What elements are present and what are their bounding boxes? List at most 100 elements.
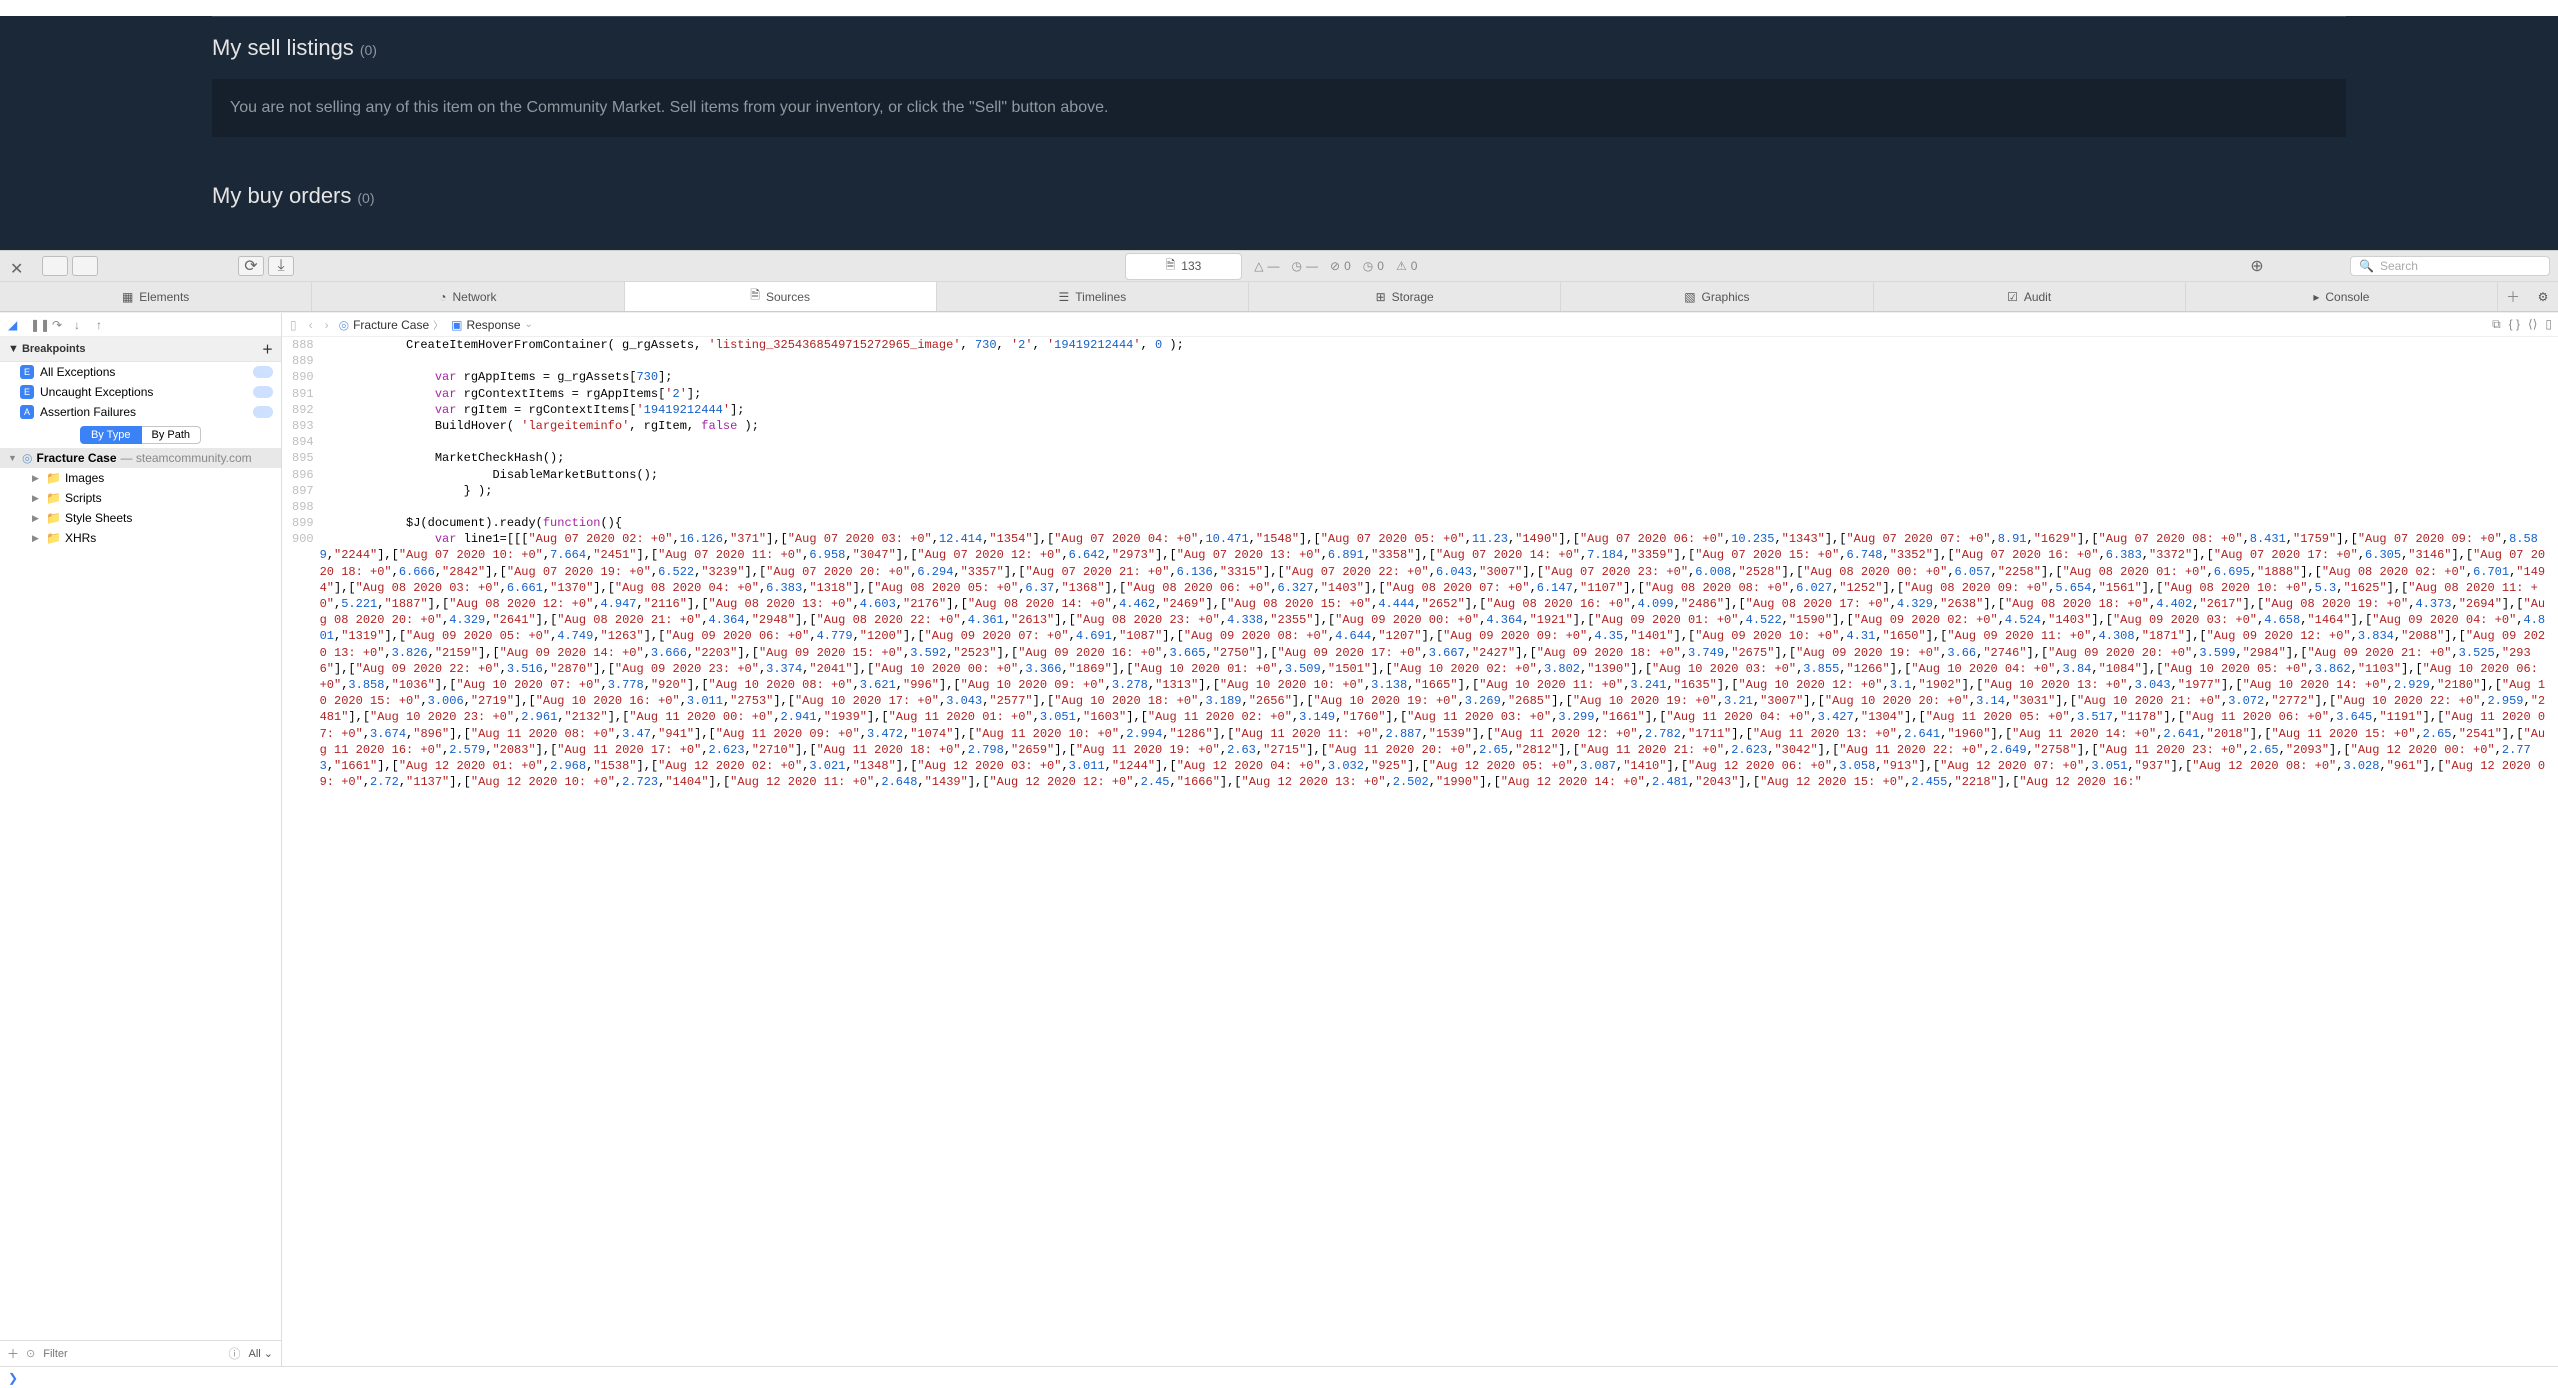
line-gutter: 888889890891892893894895896897898899900 [282,337,320,1366]
tab-settings[interactable]: ⚙ [2528,282,2558,311]
source-editor: ▯ ‹ › ◎ Fracture Case 〉 ▣ Response ⌄ ⧉ {… [282,313,2558,1366]
buy-orders-heading: My buy orders (0) [212,165,2346,209]
storage-icon: ⊞ [1376,290,1386,304]
breakpoint-row[interactable]: EAll Exceptions [0,362,281,382]
network-icon: ◔ [439,290,446,304]
sidebar-toggle-icon[interactable]: ▯ [288,318,299,332]
buy-title: My buy orders [212,183,351,209]
copy-icon[interactable]: ⧉ [2492,317,2501,332]
tab-network[interactable]: ◔Network [312,282,624,311]
code-content[interactable]: CreateItemHoverFromContainer( g_rgAssets… [320,337,2558,1366]
page-resource-pill[interactable]: 🗎 133 [1125,253,1243,280]
code-icon[interactable]: ⟨⟩ [2528,317,2537,332]
warn-count: ◷ 0 [1363,259,1384,273]
tab-timelines[interactable]: ☰Timelines [937,282,1249,311]
graphics-icon: ▧ [1684,290,1695,304]
tree-root[interactable]: ▼ ◎ Fracture Case — steamcommunity.com [0,448,281,468]
dock-left-button[interactable] [42,256,68,276]
sell-empty-message: You are not selling any of this item on … [212,79,2346,137]
audit-icon: ☑ [2007,290,2018,304]
download-button[interactable]: ⤓ [268,256,294,276]
step-over-icon[interactable]: ↷ [52,318,66,332]
tab-elements[interactable]: ▦Elements [0,282,312,311]
prompt-icon: ❯ [8,1371,18,1385]
filter-input[interactable] [39,1346,224,1362]
tab-storage[interactable]: ⊞Storage [1249,282,1561,311]
add-breakpoint-icon[interactable]: ＋ [262,341,273,357]
filter-icon: ⊙ [26,1347,35,1360]
toggle[interactable] [253,386,273,398]
tab-sources[interactable]: 🗎Sources [625,282,937,311]
tree-folder[interactable]: ▶📁Images [0,468,281,488]
console-icon: ▸ [2313,290,2319,304]
breakpoint-toggle-icon[interactable]: ◢ [8,318,22,332]
tab-graphics[interactable]: ▧Graphics [1561,282,1873,311]
element-picker-button[interactable]: ⊕ [2244,256,2270,276]
breadcrumb-file[interactable]: ◎ Fracture Case 〉 [339,317,444,332]
toggle[interactable] [253,406,273,418]
tab-add[interactable]: ＋ [2498,282,2528,311]
document-icon: 🗎 [1166,256,1176,277]
tab-audit[interactable]: ☑Audit [1874,282,2186,311]
tree-folder[interactable]: ▶📁XHRs [0,528,281,548]
code-scroll[interactable]: 888889890891892893894895896897898899900 … [282,337,2558,1366]
sources-sidebar: ◢ ❚❚ ↷ ↓ ↑ ▼ Breakpoints ＋ EAll Exceptio… [0,313,282,1366]
buy-count: (0) [357,190,374,206]
timelines-icon: ☰ [1059,290,1070,304]
breadcrumb-response[interactable]: ▣ Response ⌄ [451,318,533,332]
devtools-toolbar: ✕ ⟳ ⤓ 🗎 133 △ — ◷ — ⊘ 0 ◷ 0 ⚠ 0 ⊕ 🔍 Sear… [0,250,2558,282]
sell-listings-heading: My sell listings (0) [212,17,2346,61]
gear-icon: ⚙ [2538,290,2549,304]
folder-icon: 📁 [46,471,61,485]
dock-buttons [42,256,98,276]
seg-by-path[interactable]: By Path [142,426,202,444]
seg-by-type[interactable]: By Type [80,426,142,444]
nav-back-icon[interactable]: ‹ [307,318,315,332]
close-icon[interactable]: ✕ [10,259,24,273]
sell-title: My sell listings [212,35,354,61]
sell-count: (0) [360,42,377,58]
add-resource-icon[interactable]: ＋ [4,1345,22,1362]
compass-icon: ◎ [22,451,32,465]
steam-page: My sell listings (0) You are not selling… [0,16,2558,250]
timing-b: ◷ — [1292,259,1318,273]
folder-icon: 📁 [46,491,61,505]
panel-toggle-icon[interactable]: ▯ [2545,317,2552,332]
braces-icon[interactable]: { } [2509,317,2520,332]
sources-icon: 🗎 [750,286,760,307]
resource-tree: ▼ ◎ Fracture Case — steamcommunity.com ▶… [0,448,281,1340]
filter-all-dropdown[interactable]: All ⌄ [244,1347,277,1360]
breakpoint-row[interactable]: AAssertion Failures [0,402,281,422]
elements-icon: ▦ [122,290,133,304]
step-out-icon[interactable]: ↑ [96,318,110,332]
nav-forward-icon[interactable]: › [323,318,331,332]
tree-folder[interactable]: ▶📁Style Sheets [0,508,281,528]
debugger-toolbar: ◢ ❚❚ ↷ ↓ ↑ [0,313,281,337]
breakpoint-row[interactable]: EUncaught Exceptions [0,382,281,402]
sidebar-filter: ＋ ⊙ ⓘ All ⌄ [0,1340,281,1366]
doc-count: 133 [1181,259,1201,273]
response-icon: ▣ [451,318,462,332]
tab-console[interactable]: ▸Console [2186,282,2498,311]
tree-folder[interactable]: ▶📁Scripts [0,488,281,508]
folder-icon: 📁 [46,511,61,525]
filter-scope-icon: ⓘ [228,1345,240,1362]
search-box[interactable]: 🔍 Search [2350,256,2550,276]
tab-bar: ▦Elements ◔Network 🗎Sources ☰Timelines ⊞… [0,282,2558,312]
resource-grouping: By Type By Path [0,422,281,448]
alert-count: ⚠ 0 [1396,259,1417,273]
step-into-icon[interactable]: ↓ [74,318,88,332]
search-icon: 🔍 [2359,259,2374,273]
compass-icon: ◎ [339,318,349,332]
reload-button[interactable]: ⟳ [238,256,264,276]
toggle[interactable] [253,366,273,378]
error-count: ⊘ 0 [1330,259,1351,273]
devtools-panel: ✕ ⟳ ⤓ 🗎 133 △ — ◷ — ⊘ 0 ◷ 0 ⚠ 0 ⊕ 🔍 Sear… [0,250,2558,1388]
timing-a: △ — [1254,259,1279,273]
dock-right-button[interactable] [72,256,98,276]
editor-header: ▯ ‹ › ◎ Fracture Case 〉 ▣ Response ⌄ ⧉ {… [282,313,2558,337]
folder-icon: 📁 [46,531,61,545]
pause-icon[interactable]: ❚❚ [30,318,44,332]
console-prompt[interactable]: ❯ [0,1366,2558,1388]
breakpoints-header[interactable]: ▼ Breakpoints ＋ [0,337,281,362]
